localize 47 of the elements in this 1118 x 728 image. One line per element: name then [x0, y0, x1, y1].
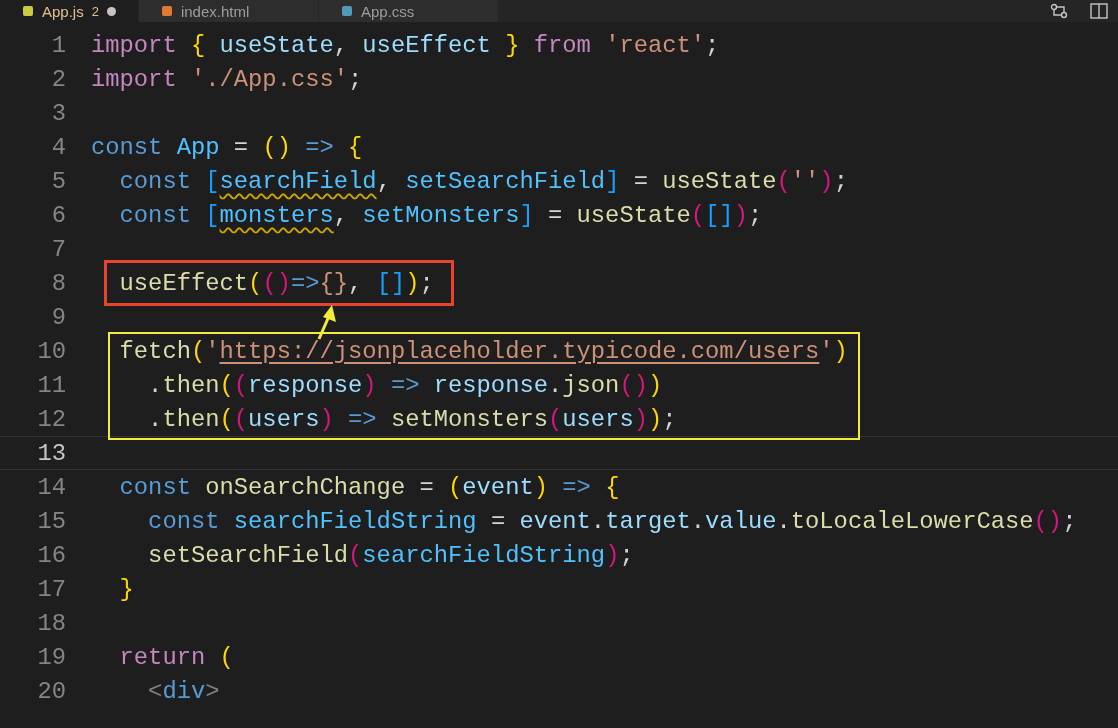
- line-number: 6: [50, 201, 66, 229]
- line-number: 7: [50, 235, 66, 263]
- code-line: .then((users) => setMonsters(users));: [147, 405, 677, 433]
- split-editor-icon[interactable]: [1090, 3, 1108, 19]
- tab-label: index.html: [180, 2, 250, 20]
- file-icon: [22, 5, 34, 17]
- line-number: 8: [50, 269, 66, 297]
- code-line: import { useState, useEffect } from 'react';: [91, 31, 720, 59]
- code-line: useEffect(()=>{}, []);: [118, 269, 434, 297]
- line-number: 1: [50, 31, 66, 59]
- line-number: 12: [36, 405, 66, 433]
- line-number: 18: [36, 609, 66, 637]
- file-icon: [160, 5, 173, 17]
- line-number: 15: [36, 507, 66, 535]
- tab-label: App.css: [360, 2, 415, 20]
- code-line: }: [118, 575, 134, 603]
- line-number: 9: [50, 303, 66, 331]
- line-number: 3: [50, 99, 66, 127]
- code-line: import './App.css';: [91, 65, 363, 93]
- line-number: 16: [36, 541, 66, 569]
- code-line: <div>: [147, 677, 220, 705]
- tab-label: App.js: [42, 2, 84, 20]
- code-line: fetch('https://jsonplaceholder.typicode.com/users'): [118, 337, 848, 365]
- line-number: 2: [50, 65, 66, 93]
- line-number: 11: [36, 371, 66, 399]
- editor-tab[interactable]: index.html: [138, 0, 319, 22]
- line-number: 13: [36, 439, 66, 467]
- code-line: const onSearchChange = (event) => {: [118, 473, 620, 501]
- code-line: const searchFieldString = event.target.value.toLocaleLowerCase();: [147, 507, 1077, 535]
- line-number: 19: [36, 643, 66, 671]
- editor-tab[interactable]: App.css: [318, 0, 499, 22]
- problem-count: 2: [91, 3, 99, 19]
- code-line: setSearchField(searchFieldString);: [147, 541, 634, 569]
- line-number: 20: [36, 677, 66, 705]
- code-line: return (: [118, 643, 234, 671]
- line-number: 14: [36, 473, 66, 501]
- code-line: const App = () => {: [91, 133, 363, 161]
- editor-tab[interactable]: App.js 2: [0, 0, 139, 22]
- compare-icon[interactable]: [1050, 3, 1068, 19]
- code-line: const [monsters, setMonsters] = useState([]);: [118, 201, 763, 229]
- code-line: .then((response) => response.json()): [147, 371, 663, 399]
- file-icon: [340, 5, 353, 17]
- line-number: 10: [36, 337, 66, 365]
- line-number: 17: [36, 575, 66, 603]
- line-number: 4: [50, 133, 66, 161]
- line-number: 5: [50, 167, 66, 195]
- code-line: const [searchField, setSearchField] = useState('');: [118, 167, 848, 195]
